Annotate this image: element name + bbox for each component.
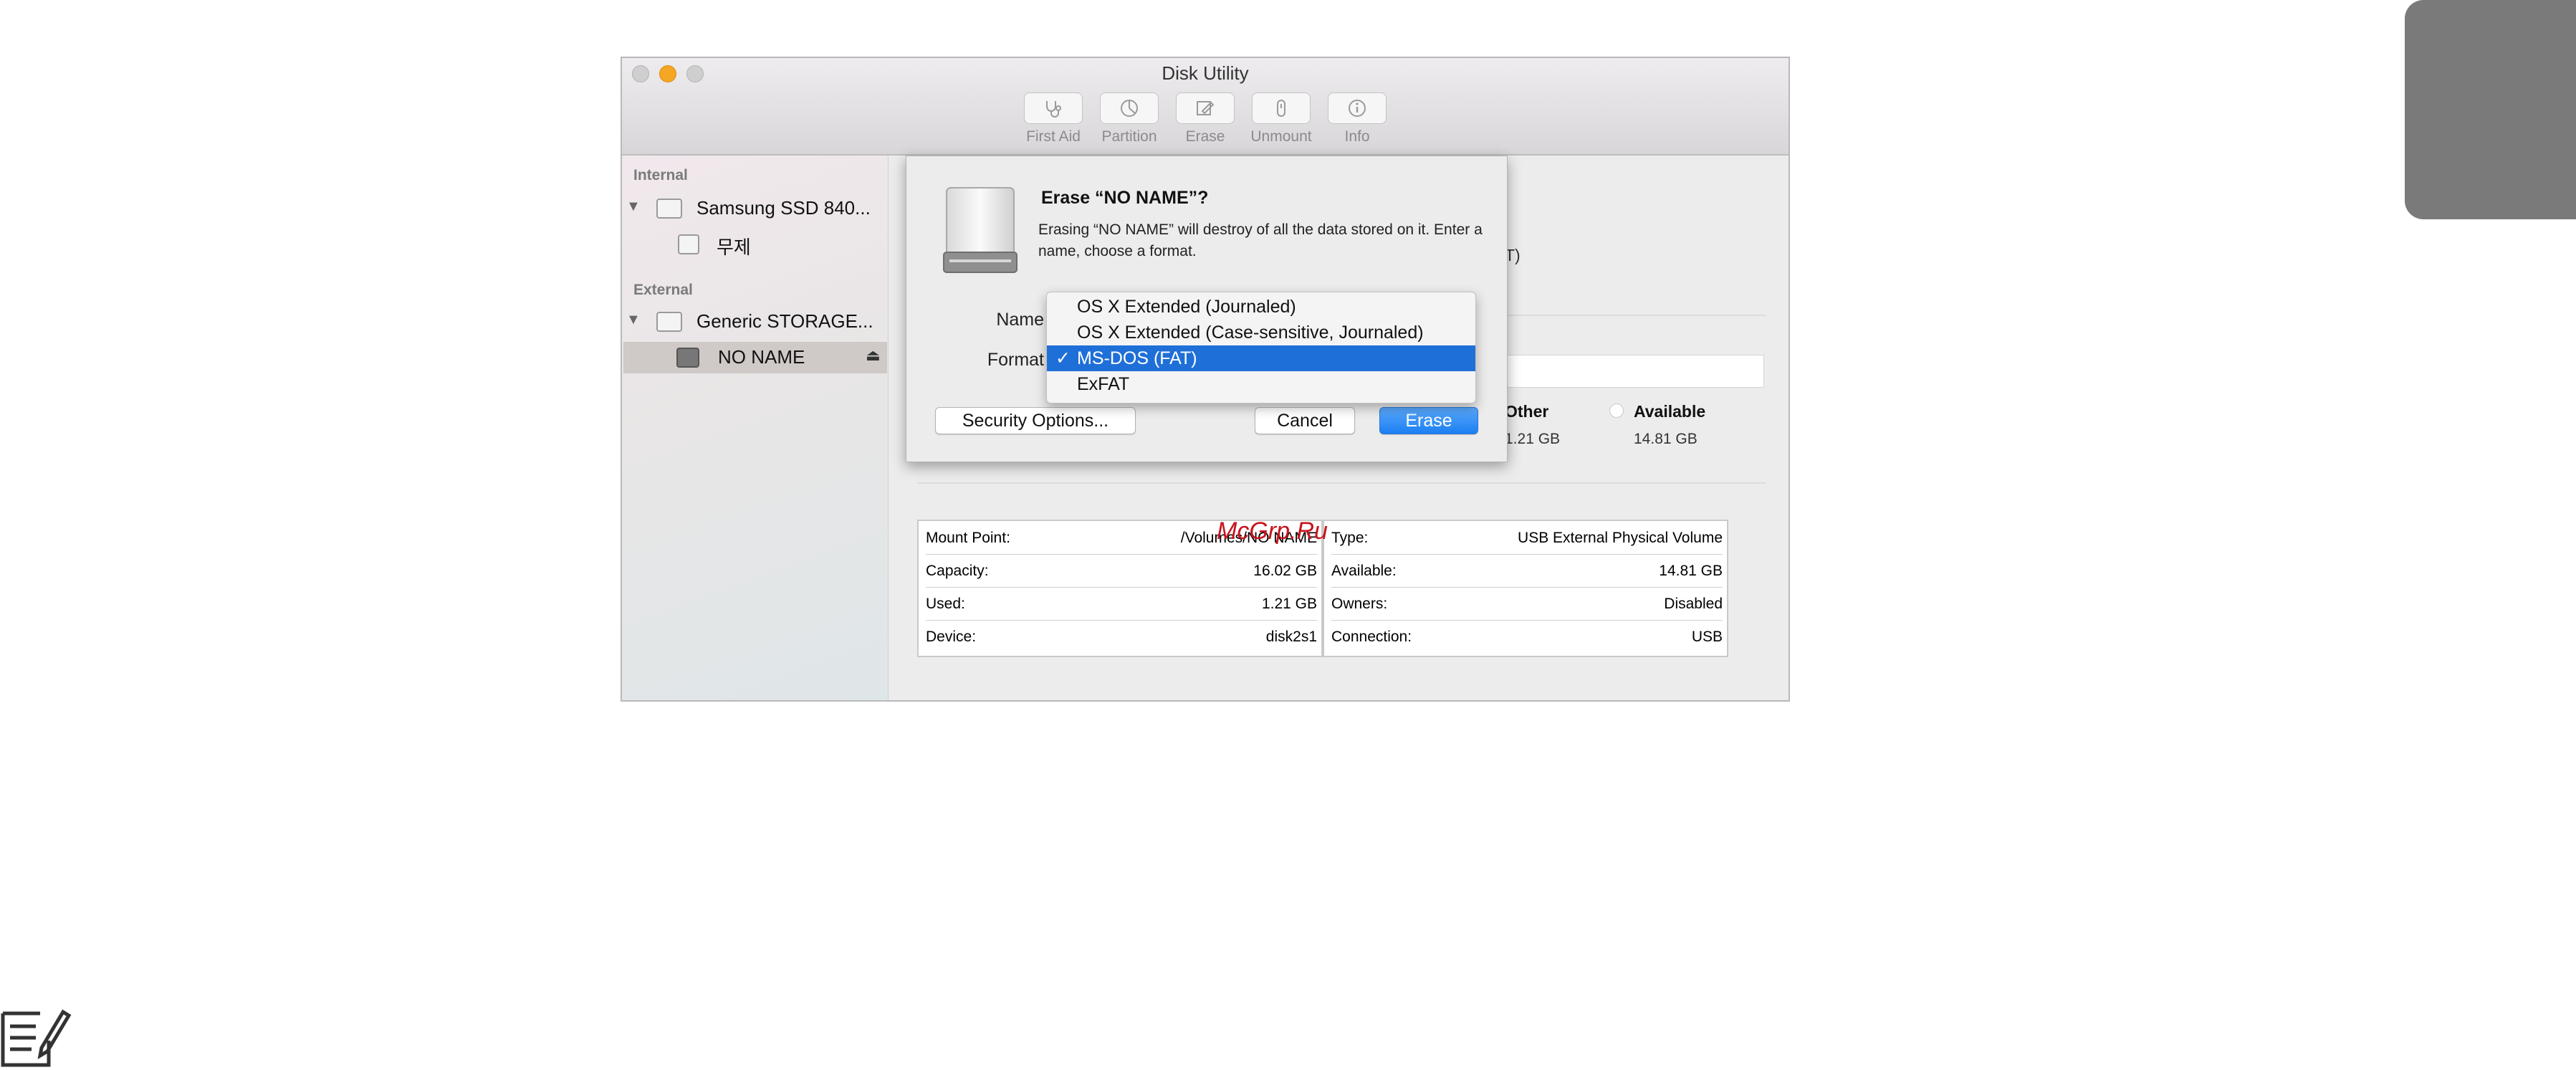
menu-item-ms-dos-fat[interactable]: ✓ MS-DOS (FAT) [1047,345,1475,371]
sidebar: Internal ▼ Samsung SSD 840... 무제 Externa… [622,156,889,700]
info-value: USB External Physical Volume [1518,530,1723,546]
legend-other-label: Other [1505,402,1549,421]
sidebar-item-generic-storage[interactable]: Generic STORAGE... [696,310,873,333]
stethoscope-icon [1046,101,1061,118]
info-key: Used: [926,596,965,612]
legend-other-value: 1.21 GB [1505,431,1561,447]
info-value: Disabled [1664,596,1723,612]
sidebar-header-internal: Internal [633,167,688,183]
format-label: Format [987,350,1044,370]
usage-bar [1505,355,1764,388]
info-icon [1349,100,1366,117]
info-key: Type: [1331,530,1369,546]
info-key: Connection: [1331,629,1412,645]
info-value: 16.02 GB [1253,563,1317,579]
sidebar-item-internal-volume[interactable]: 무제 [717,233,751,259]
sidebar-header-external: External [633,282,693,298]
table-row: Available: 14.81 GB [1331,554,1723,588]
erase-button-toolbar[interactable] [1176,92,1235,124]
window-title: Disk Utility [1162,62,1249,84]
info-key: Available: [1331,563,1397,579]
disclosure-triangle-icon[interactable]: ▼ [626,312,641,328]
table-row: Used: 1.21 GB [926,587,1317,621]
info-value: USB [1691,629,1723,645]
cancel-button[interactable]: Cancel [1255,407,1355,434]
unmount-icon [1277,100,1285,117]
first-aid-button[interactable] [1024,92,1083,124]
security-options-button[interactable]: Security Options... [935,407,1136,434]
erase-icon [1197,101,1215,115]
info-key: Mount Point: [926,530,1010,546]
menu-item-exfat[interactable]: ExFAT [1047,371,1475,397]
disclosure-triangle-icon[interactable]: ▼ [626,199,641,215]
info-value: 14.81 GB [1659,563,1723,579]
sheet-title: Erase “NO NAME”? [1041,188,1209,208]
sidebar-item-no-name[interactable]: NO NAME ⏏ [623,342,887,373]
available-swatch [1609,403,1624,418]
volume-icon [676,348,699,368]
sheet-message: Erasing “NO NAME” will destroy of all th… [1038,221,1483,259]
divider [917,482,1766,484]
info-button[interactable] [1328,92,1387,124]
volume-icon [678,234,699,254]
toolbar-label-info: Info [1344,128,1370,145]
toolbar-label-erase: Erase [1185,128,1225,145]
partition-icon [1121,100,1138,117]
info-table-right: Type: USB External Physical Volume Availa… [1323,520,1728,657]
eject-icon[interactable]: ⏏ [866,346,881,365]
side-tab [2405,0,2576,219]
title-bar: Disk Utility First Aid Partition Erase U… [622,58,1789,156]
note-icon [1,1009,72,1067]
menu-item-os-x-extended-journaled[interactable]: OS X Extended (Journaled) [1047,294,1475,320]
sidebar-item-samsung-ssd[interactable]: Samsung SSD 840... [696,197,871,219]
info-key: Device: [926,629,977,645]
external-drive-icon [943,187,1018,273]
internal-disk-icon [656,199,682,219]
legend-available-label: Available [1634,402,1706,421]
info-value: 1.21 GB [1261,596,1317,612]
table-row: Type: USB External Physical Volume [1331,521,1723,555]
table-row: Device: disk2s1 [926,620,1317,653]
info-value: disk2s1 [1265,629,1317,645]
table-row: Capacity: 16.02 GB [926,554,1317,588]
toolbar-label-unmount: Unmount [1250,128,1312,145]
info-key: Owners: [1331,596,1388,612]
menu-item-os-x-extended-case-sensitive[interactable]: OS X Extended (Case-sensitive, Journaled… [1047,320,1475,345]
toolbar-label-first-aid: First Aid [1026,128,1081,145]
name-label: Name [996,310,1044,330]
legend-available-value: 14.81 GB [1634,431,1698,447]
unmount-button[interactable] [1252,92,1311,124]
partition-button[interactable] [1100,92,1159,124]
format-dropdown-menu[interactable]: OS X Extended (Journaled) OS X Extended … [1046,292,1476,403]
menu-item-label: MS-DOS (FAT) [1077,348,1197,368]
info-key: Capacity: [926,563,989,579]
checkmark-icon: ✓ [1055,348,1071,368]
external-disk-icon [656,312,682,332]
table-row: Owners: Disabled [1331,587,1723,621]
watermark: McGrp.Ru [1217,517,1328,545]
erase-button[interactable]: Erase [1379,407,1478,434]
sidebar-item-label: NO NAME [718,346,805,368]
toolbar-label-partition: Partition [1101,128,1157,145]
table-row: Connection: USB [1331,620,1723,653]
